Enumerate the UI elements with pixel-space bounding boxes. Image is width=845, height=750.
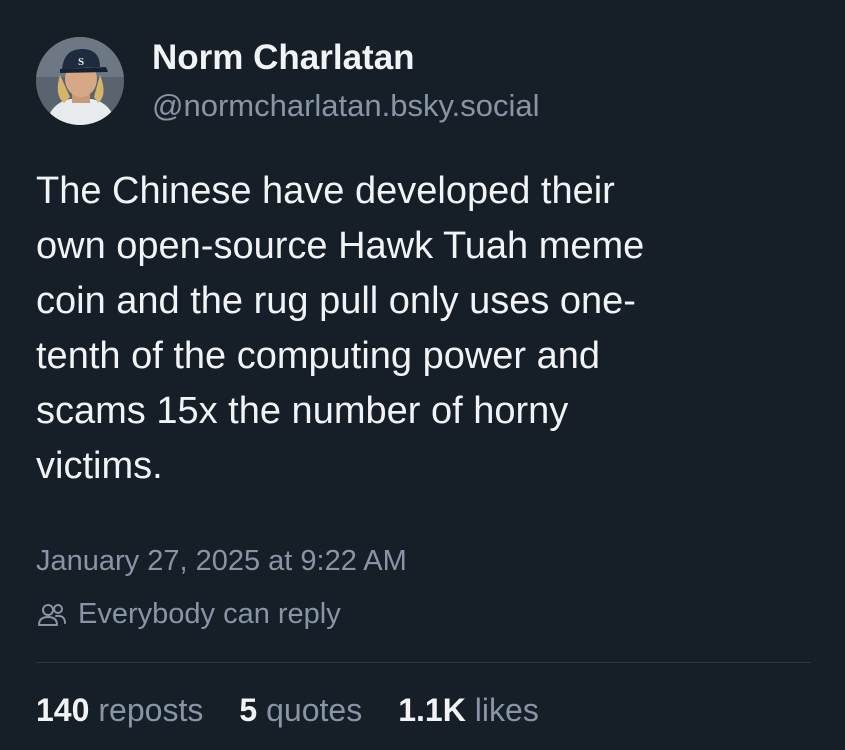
post-text-line: coin and the rug pull only uses one- [36, 280, 636, 322]
quotes-label: quotes [266, 692, 363, 728]
reposts-count: 140 [36, 692, 90, 728]
post-text-line: scams 15x the number of horny [36, 390, 569, 432]
quotes-stat[interactable]: 5 quotes [239, 692, 362, 729]
author-handle[interactable]: @normcharlatan.bsky.social [152, 88, 540, 124]
reposts-stat[interactable]: 140 reposts [36, 692, 203, 729]
post-card: S Norm Charlatan @normcharlatan.bsky.soc… [0, 0, 845, 750]
post-text: The Chinese have developed their own ope… [36, 164, 816, 494]
reply-setting-label: Everybody can reply [78, 598, 341, 630]
reposts-label: reposts [98, 692, 204, 728]
divider [36, 662, 811, 663]
engagement-stats: 140 reposts 5 quotes 1.1K likes [36, 692, 539, 729]
people-icon [36, 599, 68, 631]
svg-text:S: S [78, 56, 84, 68]
post-text-line: victims. [36, 445, 163, 487]
post-text-line: own open-source Hawk Tuah meme [36, 225, 645, 267]
likes-count: 1.1K [398, 692, 466, 728]
reply-setting[interactable]: Everybody can reply [36, 598, 341, 631]
likes-label: likes [474, 692, 539, 728]
baseball-player-avatar-icon: S [36, 37, 124, 125]
avatar[interactable]: S [36, 37, 124, 125]
post-text-line: tenth of the computing power and [36, 335, 601, 377]
post-text-line: The Chinese have developed their [36, 170, 615, 212]
quotes-count: 5 [239, 692, 258, 728]
author-display-name[interactable]: Norm Charlatan [152, 38, 415, 78]
likes-stat[interactable]: 1.1K likes [398, 692, 539, 729]
post-timestamp[interactable]: January 27, 2025 at 9:22 AM [36, 545, 407, 578]
